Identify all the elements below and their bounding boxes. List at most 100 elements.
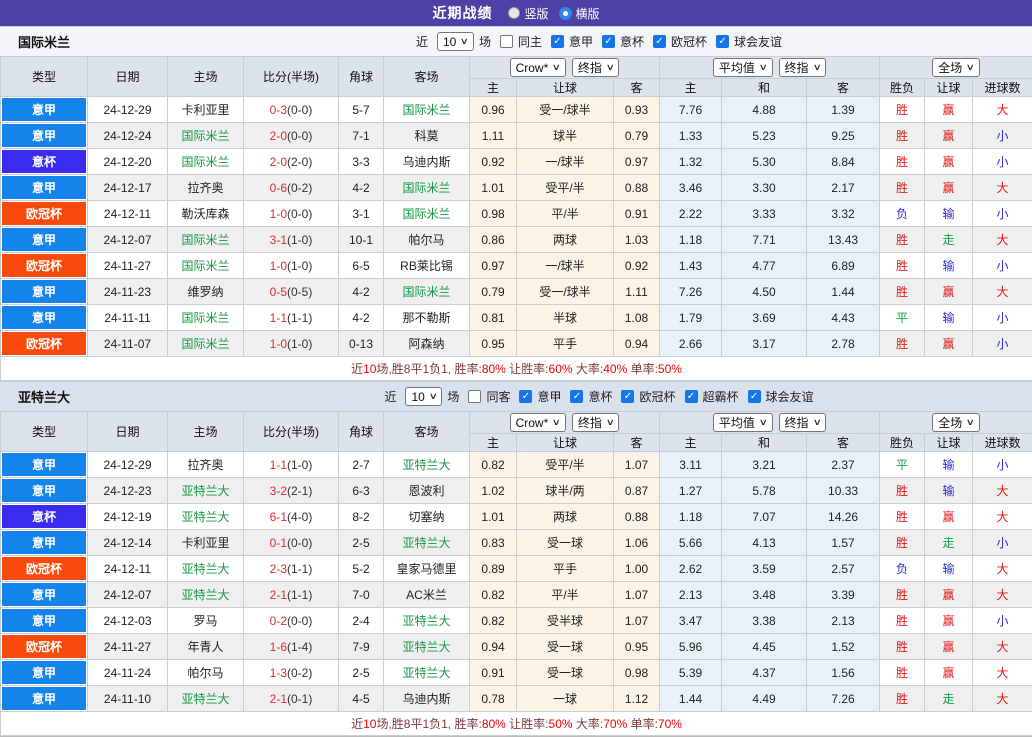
half-time-score: (0-0) — [287, 207, 312, 221]
same-venue-checkbox[interactable] — [468, 390, 481, 403]
odds-time-select[interactable]: 终指∨ — [572, 58, 620, 77]
league-type-badge: 意甲 — [1, 686, 88, 712]
league-checkbox[interactable]: ✓ — [519, 390, 532, 403]
home-team-name: 国际米兰 — [181, 155, 229, 169]
match-row: 欧冠杯24-12-11勒沃库森1-0(0-0)3-1国际米兰0.98平/半0.9… — [1, 201, 1032, 227]
average-time-select[interactable]: 终指∨ — [779, 58, 827, 77]
away-team: 切塞纳 — [384, 504, 470, 530]
match-row: 欧冠杯24-12-11亚特兰大2-3(1-1)5-2皇家马德里0.89平手1.0… — [1, 556, 1032, 582]
league-checkbox[interactable]: ✓ — [685, 390, 698, 403]
avg-away-odds: 8.84 — [807, 149, 880, 175]
match-date: 24-12-29 — [88, 97, 168, 123]
avg-draw-odds: 4.13 — [722, 530, 807, 556]
summary-segment: 大率: — [573, 362, 604, 376]
odds-company-select[interactable]: Crow*∨ — [510, 58, 566, 77]
layout-radio-horizontal[interactable]: 横版 — [559, 5, 600, 22]
odds-away: 0.94 — [614, 331, 660, 357]
full-time-score: 2-0 — [270, 155, 287, 169]
odds-company-select[interactable]: Crow*∨ — [510, 413, 566, 432]
avg-away-odds: 14.26 — [807, 504, 880, 530]
odds-home: 0.98 — [470, 201, 517, 227]
result-handicap: 赢 — [925, 175, 973, 201]
odds-handicap: 平手 — [517, 331, 614, 357]
average-select[interactable]: 平均值∨ — [713, 58, 773, 77]
league-type-badge: 意甲 — [1, 660, 88, 686]
league-checkbox[interactable]: ✓ — [570, 390, 583, 403]
odds-time-select[interactable]: 终指∨ — [572, 413, 620, 432]
average-time-select[interactable]: 终指∨ — [779, 413, 827, 432]
games-count-select[interactable]: 10∨ — [405, 387, 442, 406]
full-time-score: 1-0 — [270, 337, 287, 351]
away-team-name: 阿森纳 — [408, 337, 444, 351]
sub-column-header: 进球数 — [973, 79, 1032, 97]
odds-away: 0.79 — [614, 123, 660, 149]
league-checkbox[interactable]: ✓ — [602, 35, 615, 48]
chevron-down-icon: ∨ — [812, 62, 821, 73]
avg-home-odds: 3.11 — [660, 452, 722, 478]
full-time-score: 6-1 — [270, 510, 287, 524]
scope-select[interactable]: 全场∨ — [932, 58, 980, 77]
league-checkbox[interactable]: ✓ — [653, 35, 666, 48]
match-row: 意甲24-11-24帕尔马1-3(0-2)2-5亚特兰大0.91受一球0.985… — [1, 660, 1032, 686]
away-team-name: RB莱比锡 — [400, 259, 453, 273]
avg-draw-odds: 5.78 — [722, 478, 807, 504]
score-cell: 3-2(2-1) — [244, 478, 339, 504]
avg-home-odds: 1.27 — [660, 478, 722, 504]
score-cell: 1-0(1-0) — [244, 331, 339, 357]
summary-segment: 场,胜8平1负1, 胜率: — [376, 362, 481, 376]
result-goals: 小 — [973, 253, 1032, 279]
odds-handicap: 受平/半 — [517, 452, 614, 478]
scope-select[interactable]: 全场∨ — [932, 413, 980, 432]
home-team: 亚特兰大 — [168, 582, 244, 608]
layout-radio-vertical[interactable]: 竖版 — [508, 5, 548, 22]
avg-home-odds: 2.13 — [660, 582, 722, 608]
column-header: 主场 — [168, 57, 244, 97]
sub-column-header: 主 — [660, 434, 722, 452]
scope-select-wrap: 全场∨ — [882, 58, 1030, 77]
avg-draw-odds: 4.77 — [722, 253, 807, 279]
column-header: 客场 — [384, 57, 470, 97]
avg-home-odds: 1.18 — [660, 504, 722, 530]
result-goals: 小 — [973, 305, 1032, 331]
sub-column-header: 主 — [470, 434, 517, 452]
score-cell: 0-3(0-0) — [244, 97, 339, 123]
league-checkbox[interactable]: ✓ — [621, 390, 634, 403]
radio-unchecked-icon[interactable] — [508, 7, 520, 19]
select-value: Crow* — [516, 61, 549, 75]
league-checkbox[interactable]: ✓ — [551, 35, 564, 48]
home-team: 国际米兰 — [168, 149, 244, 175]
match-date: 24-11-07 — [88, 331, 168, 357]
avg-home-odds: 3.46 — [660, 175, 722, 201]
league-type-badge: 意甲 — [1, 97, 88, 123]
full-time-score: 3-2 — [270, 484, 287, 498]
odds-away: 0.91 — [614, 201, 660, 227]
same-venue-checkbox[interactable] — [500, 35, 513, 48]
score-cell: 0-2(0-0) — [244, 608, 339, 634]
sub-column-header: 客 — [807, 434, 880, 452]
odds-away: 1.06 — [614, 530, 660, 556]
result-handicap: 走 — [925, 530, 973, 556]
home-team: 国际米兰 — [168, 253, 244, 279]
corners-cell: 2-7 — [339, 452, 384, 478]
avg-draw-odds: 3.38 — [722, 608, 807, 634]
result-handicap: 赢 — [925, 331, 973, 357]
radio-checked-icon[interactable] — [559, 7, 572, 20]
match-filters: 近10∨场同主✓意甲✓意杯✓欧冠杯✓球会友谊 — [246, 32, 786, 51]
chevron-down-icon: ∨ — [552, 62, 561, 73]
average-select[interactable]: 平均值∨ — [713, 413, 773, 432]
avg-away-odds: 1.57 — [807, 530, 880, 556]
chevron-down-icon: ∨ — [460, 36, 469, 47]
match-date: 24-12-03 — [88, 608, 168, 634]
match-date: 24-12-07 — [88, 227, 168, 253]
league-checkbox[interactable]: ✓ — [716, 35, 729, 48]
summary-segment: 10 — [363, 717, 376, 731]
result-win-draw-loss: 胜 — [880, 608, 925, 634]
home-team: 罗马 — [168, 608, 244, 634]
avg-home-odds: 7.26 — [660, 279, 722, 305]
away-team: AC米兰 — [384, 582, 470, 608]
games-count-select[interactable]: 10∨ — [437, 32, 474, 51]
league-type-badge: 意杯 — [1, 504, 88, 530]
league-type-badge: 意甲 — [1, 478, 88, 504]
match-date: 24-12-11 — [88, 201, 168, 227]
league-checkbox[interactable]: ✓ — [748, 390, 761, 403]
